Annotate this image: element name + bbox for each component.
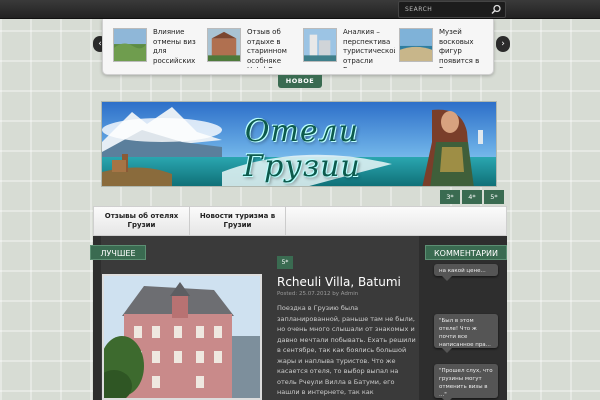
banner-title: Отели Грузии bbox=[243, 114, 361, 184]
post-excerpt: Поездка в Грузию была запланированной, р… bbox=[277, 304, 416, 400]
stars-5-button[interactable]: 5* bbox=[484, 190, 504, 204]
news-slider: Влияние отмены виз для российских турист… bbox=[102, 19, 494, 75]
slide-thumbnail[interactable] bbox=[399, 28, 433, 62]
slide-caption[interactable]: Влияние отмены виз для российских турист… bbox=[153, 28, 205, 68]
comment-bubble[interactable]: на какой цене... bbox=[434, 264, 498, 281]
top-bar bbox=[0, 0, 600, 19]
search-input[interactable] bbox=[399, 2, 487, 17]
main-nav: Отзывы об отелях Грузии Новости туризма … bbox=[93, 206, 507, 236]
header-banner[interactable]: Отели Грузии bbox=[101, 101, 497, 187]
slide-thumbnail[interactable] bbox=[207, 28, 241, 62]
comment-bubble[interactable]: "Был в этом отеле! Что ж почти все напис… bbox=[434, 314, 498, 353]
search-icon[interactable] bbox=[490, 4, 502, 15]
slide-caption[interactable]: Отзыв об отдыхе в старинном особняке Hot… bbox=[247, 28, 299, 68]
slider-item[interactable]: Музей восковых фигур появится в Грузии bbox=[399, 28, 491, 68]
slider-item[interactable]: Аналкия – перспектива туристической отра… bbox=[303, 28, 395, 68]
stars-4-button[interactable]: 4* bbox=[462, 190, 482, 204]
slide-thumbnail[interactable] bbox=[113, 28, 147, 62]
comment-bubble[interactable]: "Прошел слух, что грузины могут отменить… bbox=[434, 364, 498, 400]
nav-item-tourism-news[interactable]: Новости туризма в Грузии bbox=[190, 207, 286, 235]
post-image[interactable] bbox=[102, 274, 262, 400]
nav-item-hotel-reviews[interactable]: Отзывы об отелях Грузии bbox=[94, 207, 190, 235]
slide-thumbnail[interactable] bbox=[303, 28, 337, 62]
post-meta: Posted: 25.07.2012 by Admin bbox=[277, 291, 359, 297]
slider-next-button[interactable]: › bbox=[496, 36, 510, 52]
slide-caption[interactable]: Аналкия – перспектива туристической отра… bbox=[343, 28, 395, 68]
slide-caption[interactable]: Музей восковых фигур появится в Грузии bbox=[439, 28, 491, 68]
search-box bbox=[398, 1, 506, 18]
post-title[interactable]: Rcheuli Villa, Batumi bbox=[277, 275, 417, 289]
new-tab[interactable]: НОВОЕ bbox=[278, 75, 322, 88]
slider-item[interactable]: Влияние отмены виз для российских турист… bbox=[113, 28, 205, 68]
comments-section-label: КОММЕНТАРИИ bbox=[425, 245, 507, 260]
slider-item[interactable]: Отзыв об отдыхе в старинном особняке Hot… bbox=[207, 28, 299, 68]
best-section-label: ЛУЧШЕЕ bbox=[90, 245, 146, 260]
stars-3-button[interactable]: 3* bbox=[440, 190, 460, 204]
post-rating-badge: 5* bbox=[277, 256, 293, 269]
